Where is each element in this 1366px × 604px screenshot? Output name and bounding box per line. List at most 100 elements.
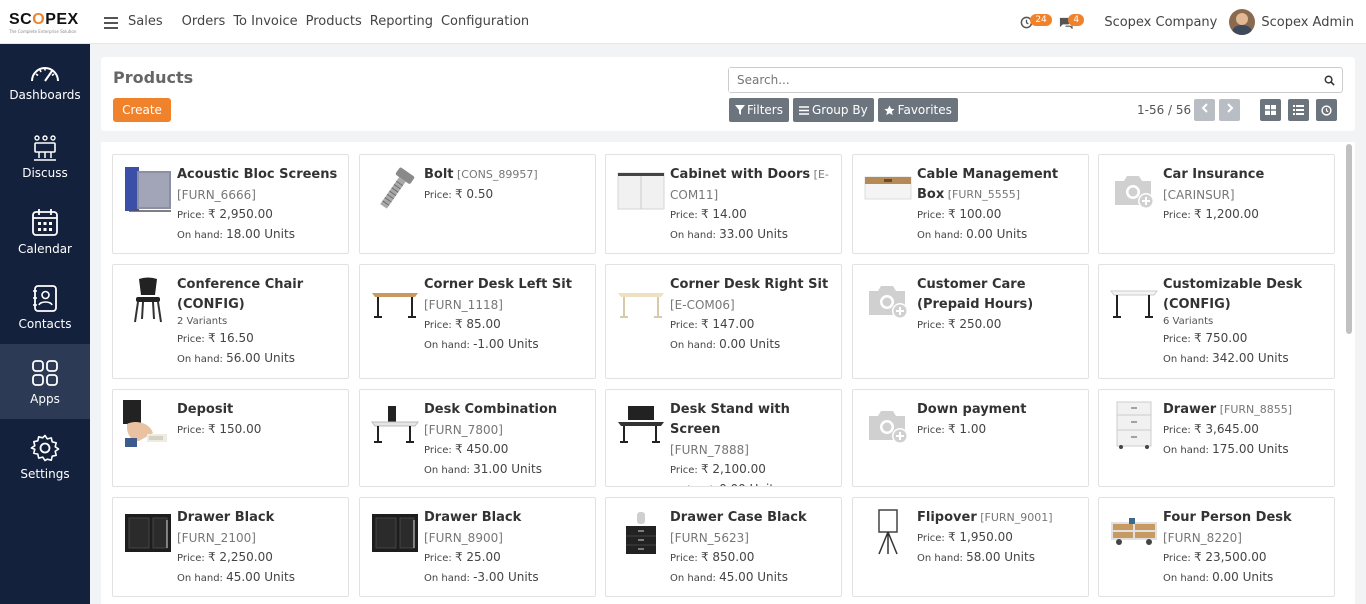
- product-card[interactable]: Drawer [FURN_8855] Price: ₹ 3,645.00 On ha…: [1098, 389, 1335, 487]
- user-menu[interactable]: Scopex Admin: [1261, 15, 1354, 30]
- product-card[interactable]: Car Insurance [CARINSUR] Price: ₹ 1,200.00: [1098, 154, 1335, 254]
- product-name-continued: (CONFIG): [1163, 297, 1231, 312]
- product-image: [370, 508, 420, 558]
- pager-previous-button[interactable]: [1194, 99, 1215, 121]
- calendar-icon: [32, 208, 58, 236]
- main-menu: Orders To Invoice Products Reporting Con…: [182, 14, 538, 29]
- product-card[interactable]: Corner Desk Left Sit [FURN_1118] Price: ₹ …: [359, 264, 596, 379]
- sidebar-label: Settings: [20, 466, 70, 481]
- product-card[interactable]: Four Person Desk [FURN_8220] Price: ₹ 23,5…: [1098, 497, 1335, 597]
- activity-button[interactable]: 24: [1020, 12, 1052, 32]
- product-reference: [FURN_7888]: [670, 443, 749, 457]
- menu-reporting[interactable]: Reporting: [370, 14, 433, 29]
- pager-value[interactable]: 1-56 / 56: [1137, 103, 1191, 117]
- group-by-button[interactable]: Group By: [792, 98, 874, 122]
- product-card[interactable]: Deposit Price: ₹ 150.00: [112, 389, 349, 487]
- product-card[interactable]: Drawer Black [FURN_2100] Price: ₹ 2,250.00…: [112, 497, 349, 597]
- product-image: [123, 508, 173, 558]
- menu-toggle-icon[interactable]: [104, 15, 120, 29]
- product-card[interactable]: Bolt [CONS_89957] Price: ₹ 0.50: [359, 154, 596, 254]
- dashboard-icon: [31, 66, 59, 82]
- sidebar-item-calendar[interactable]: Calendar: [0, 194, 90, 269]
- product-on-hand: On hand: 45.00 Units: [177, 570, 295, 584]
- product-card[interactable]: Drawer Case Black [FURN_5623] Price: ₹ 850…: [605, 497, 842, 597]
- placeholder-image-icon: [1109, 165, 1159, 215]
- favorites-button[interactable]: Favorites: [877, 98, 958, 122]
- product-name: Drawer Case Black: [670, 510, 807, 525]
- product-card[interactable]: Corner Desk Right Sit [E-COM06] Price: ₹ 1…: [605, 264, 842, 379]
- product-card[interactable]: Down payment Price: ₹ 1.00: [852, 389, 1089, 487]
- product-card[interactable]: Desk Stand with Screen [FURN_7888] Price: …: [605, 389, 842, 487]
- product-card[interactable]: Acoustic Bloc Screens [FURN_6666] Price: ₹…: [112, 154, 349, 254]
- activity-view-button[interactable]: [1316, 99, 1337, 121]
- product-reference: [FURN_8220]: [1163, 531, 1242, 545]
- product-name: Cabinet with Doors [E-: [670, 167, 829, 182]
- product-card[interactable]: Customizable Desk (CONFIG) 6 Variants Price…: [1098, 264, 1335, 379]
- product-on-hand: On hand: 342.00 Units: [1163, 351, 1289, 365]
- product-on-hand: On hand: -3.00 Units: [424, 570, 539, 584]
- product-price: Price: ₹ 100.00: [917, 207, 1002, 221]
- product-name: Car Insurance: [1163, 167, 1265, 182]
- menu-to-invoice[interactable]: To Invoice: [233, 14, 297, 29]
- sidebar-label: Discuss: [22, 165, 68, 180]
- product-on-hand: On hand: 0.00 Units: [917, 227, 1028, 241]
- product-name: Drawer [FURN_8855]: [1163, 402, 1293, 417]
- control-panel: Products Create Filters Group By Favorit…: [101, 57, 1355, 131]
- product-reference: [FURN_8855]: [1216, 403, 1293, 416]
- company-switcher[interactable]: Scopex Company: [1104, 15, 1217, 30]
- product-card[interactable]: Customer Care (Prepaid Hours) Price: ₹ 250…: [852, 264, 1089, 379]
- scrollbar[interactable]: [1346, 144, 1352, 334]
- search-input[interactable]: [729, 68, 1309, 92]
- product-card[interactable]: Flipover [FURN_9001] Price: ₹ 1,950.00 On …: [852, 497, 1089, 597]
- product-card[interactable]: Desk Combination [FURN_7800] Price: ₹ 450.…: [359, 389, 596, 487]
- product-price: Price: ₹ 150.00: [177, 422, 262, 436]
- product-on-hand: On hand: 31.00 Units: [424, 462, 542, 476]
- contacts-icon: [33, 284, 57, 312]
- list-view-button[interactable]: [1288, 99, 1309, 121]
- page-title: Products: [113, 68, 194, 87]
- search-box: [728, 67, 1343, 93]
- menu-orders[interactable]: Orders: [182, 14, 226, 29]
- app-sidebar: Dashboards Discuss Calendar Contacts App…: [0, 44, 90, 604]
- sidebar-item-apps[interactable]: Apps: [0, 344, 90, 419]
- product-name: Customer Care: [917, 277, 1026, 292]
- sidebar-item-discuss[interactable]: Discuss: [0, 119, 90, 194]
- create-button[interactable]: Create: [113, 98, 171, 122]
- sidebar-label: Calendar: [18, 241, 72, 256]
- product-card[interactable]: Cabinet with Doors [E- COM11] Price: ₹ 14.…: [605, 154, 842, 254]
- chevron-left-icon: [1201, 103, 1208, 113]
- sidebar-item-dashboards[interactable]: Dashboards: [0, 44, 90, 119]
- product-reference: [E-: [810, 168, 829, 181]
- product-variants: 2 Variants: [177, 316, 228, 327]
- product-reference: [FURN_5623]: [670, 531, 749, 545]
- product-image: [863, 508, 913, 558]
- product-name: Conference Chair: [177, 277, 304, 292]
- product-price: Price: ₹ 14.00: [670, 207, 747, 221]
- app-name[interactable]: Sales: [128, 14, 163, 29]
- menu-configuration[interactable]: Configuration: [441, 14, 529, 29]
- product-card[interactable]: Conference Chair (CONFIG) 2 Variants Price:…: [112, 264, 349, 379]
- product-card[interactable]: Cable Management Box [FURN_5555] Price: ₹ …: [852, 154, 1089, 254]
- product-image: [123, 275, 173, 325]
- filters-button[interactable]: Filters: [729, 98, 789, 122]
- kanban-view-button[interactable]: [1260, 99, 1281, 121]
- user-avatar[interactable]: [1229, 9, 1256, 35]
- product-card[interactable]: Drawer Black [FURN_8900] Price: ₹ 25.00 On …: [359, 497, 596, 597]
- activity-badge: 24: [1030, 14, 1052, 26]
- company-logo[interactable]: SCOPEX The Complete Enterprise Solution: [0, 0, 90, 44]
- product-image: [370, 400, 420, 450]
- product-price: Price: ₹ 1.00: [917, 422, 987, 436]
- sidebar-label: Contacts: [18, 316, 72, 331]
- menu-products[interactable]: Products: [306, 14, 362, 29]
- product-price: Price: ₹ 147.00: [670, 317, 755, 331]
- product-price: Price: ₹ 16.50: [177, 331, 254, 345]
- list-icon: [798, 105, 809, 115]
- messaging-button[interactable]: 4: [1058, 12, 1085, 32]
- sidebar-item-settings[interactable]: Settings: [0, 419, 90, 494]
- search-icon[interactable]: [1324, 75, 1335, 86]
- sidebar-label: Apps: [30, 391, 60, 406]
- product-on-hand: On hand: -1.00 Units: [424, 337, 539, 351]
- sidebar-item-contacts[interactable]: Contacts: [0, 269, 90, 344]
- product-on-hand: On hand: 18.00 Units: [177, 227, 295, 241]
- pager-next-button[interactable]: [1219, 99, 1240, 121]
